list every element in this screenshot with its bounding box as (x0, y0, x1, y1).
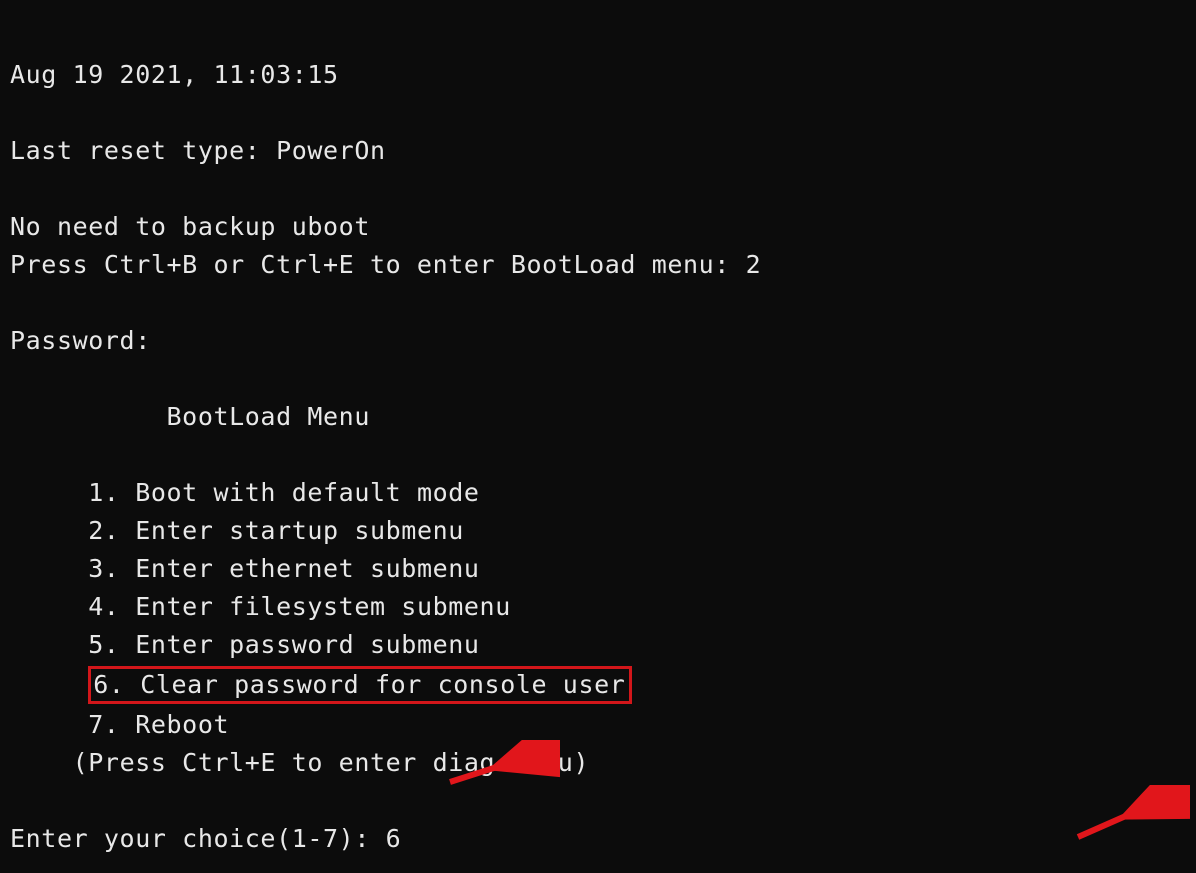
menu-item-indent (10, 516, 88, 545)
diag-indent (10, 748, 73, 777)
menu-item-3: 3. Enter ethernet submenu (88, 554, 479, 583)
menu-item-indent (10, 554, 88, 583)
menu-item-5: 5. Enter password submenu (88, 630, 479, 659)
password-prompt: Password: (10, 326, 151, 355)
arrow-annotation-2 (1060, 785, 1190, 855)
menu-item-indent (10, 630, 88, 659)
menu-item-6-highlighted: 6. Clear password for console user (88, 666, 632, 704)
menu-item-indent (10, 710, 88, 739)
menu-item-1: 1. Boot with default mode (88, 478, 479, 507)
diag-line: (Press Ctrl+E to enter diag menu) (73, 748, 590, 777)
reset-line: Last reset type: PowerOn (10, 136, 386, 165)
backup-line: No need to backup uboot (10, 212, 370, 241)
menu-item-7: 7. Reboot (88, 710, 229, 739)
timestamp-line: Aug 19 2021, 11:03:15 (10, 60, 339, 89)
menu-item-indent (10, 478, 88, 507)
menu-item-4: 4. Enter filesystem submenu (88, 592, 511, 621)
menu-item-indent (10, 592, 88, 621)
press-line: Press Ctrl+B or Ctrl+E to enter BootLoad… (10, 250, 761, 279)
menu-title-indent (10, 402, 167, 431)
choice-line: Enter your choice(1-7): 6 (10, 824, 401, 853)
menu-item-indent (10, 670, 88, 699)
menu-title: BootLoad Menu (167, 402, 370, 431)
terminal-screen[interactable]: Aug 19 2021, 11:03:15 Last reset type: P… (0, 0, 1196, 873)
menu-item-2: 2. Enter startup submenu (88, 516, 464, 545)
